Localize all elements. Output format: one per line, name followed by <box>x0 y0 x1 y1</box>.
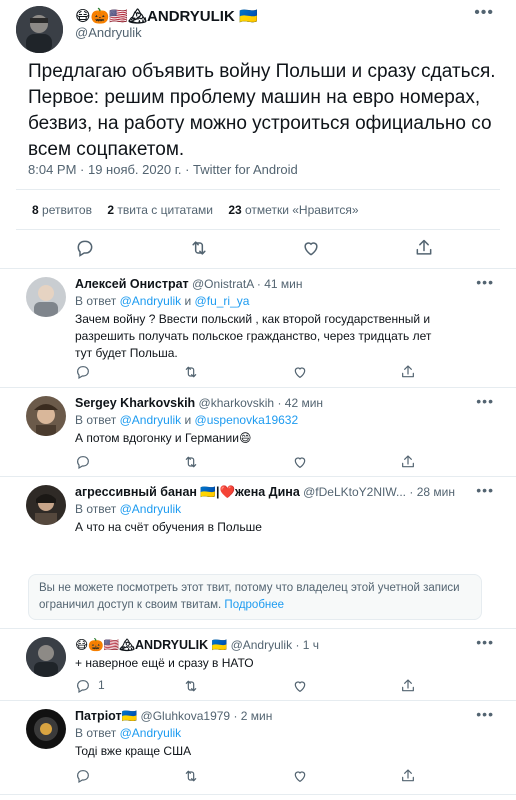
replying-to: В ответ @Andryulik и @fu_ri_ya <box>75 294 250 308</box>
retweet-icon[interactable] <box>183 678 199 694</box>
avatar[interactable] <box>26 396 66 436</box>
reply-time[interactable]: · 28 мин <box>409 485 455 499</box>
divider <box>0 628 516 629</box>
retweet-icon[interactable] <box>189 238 209 258</box>
reply-text: Зачем войну ? Ввести польский , как втор… <box>75 312 432 360</box>
divider <box>0 268 516 269</box>
tweet-stats: 8 ретвитов 2 твита с цитатами 23 отметки… <box>32 203 359 217</box>
reply-author-handle[interactable]: @OnistratA <box>192 277 254 291</box>
reply-icon[interactable] <box>75 678 91 694</box>
reply-icon[interactable] <box>75 364 91 380</box>
heart-icon[interactable] <box>292 364 308 380</box>
reply-author-handle[interactable]: @Andryulik <box>231 638 293 652</box>
avatar[interactable] <box>26 709 66 749</box>
heart-icon[interactable] <box>292 678 308 694</box>
share-icon[interactable] <box>400 768 416 784</box>
reply-time[interactable]: · 2 мин <box>233 709 272 723</box>
retweet-icon[interactable] <box>183 454 199 470</box>
reply-text: + наверное ещё и сразу в НАТО <box>75 656 254 670</box>
reply-text: А что на счёт обучения в Польше <box>75 520 262 534</box>
share-icon[interactable] <box>400 364 416 380</box>
share-icon[interactable] <box>400 454 416 470</box>
reply-text: Тоді вже краще США <box>75 744 192 758</box>
reply-author-name[interactable]: Sergey Kharkovskih <box>75 396 195 410</box>
divider <box>16 229 500 230</box>
reply-count: 1 <box>98 678 105 692</box>
author-handle[interactable]: @Andryulik <box>75 25 142 40</box>
more-icon[interactable]: ••• <box>476 634 494 650</box>
share-icon[interactable] <box>414 238 434 258</box>
retweets-stat[interactable]: 8 ретвитов <box>32 203 92 217</box>
tweet-text: Предлагаю объявить войну Польши и сразу … <box>28 61 496 160</box>
quotes-stat[interactable]: 2 твита с цитатами <box>107 203 213 217</box>
reply-time[interactable]: · 41 мин <box>257 277 303 291</box>
mention-link[interactable]: @Andryulik <box>120 413 182 427</box>
heart-icon[interactable] <box>301 238 321 258</box>
likes-stat[interactable]: 23 отметки «Нравится» <box>228 203 358 217</box>
mention-link[interactable]: @uspenovka19632 <box>195 413 299 427</box>
more-icon[interactable]: ••• <box>476 274 494 290</box>
reply-author-name[interactable]: агрессивный банан 🇺🇦|❤️жена Дина <box>75 485 300 499</box>
divider <box>0 700 516 701</box>
avatar[interactable] <box>16 6 63 53</box>
reply-text: А потом вдогонку и Германии😄 <box>75 431 252 445</box>
reply-header: 😷🎃🇺🇸🏔ANDRYULIK 🇺🇦 @Andryulik · 1 ч <box>75 637 319 653</box>
divider <box>0 476 516 477</box>
reply-time[interactable]: · 1 ч <box>295 638 319 652</box>
more-icon[interactable]: ••• <box>474 4 494 22</box>
retweet-icon[interactable] <box>183 768 199 784</box>
reply-author-name[interactable]: Алексей Онистрат <box>75 277 189 291</box>
replying-to: В ответ @Andryulik и @uspenovka19632 <box>75 413 299 427</box>
more-icon[interactable]: ••• <box>476 482 494 498</box>
divider <box>0 794 516 795</box>
mention-link[interactable]: @Andryulik <box>120 502 182 516</box>
divider <box>0 387 516 388</box>
more-icon[interactable]: ••• <box>476 393 494 409</box>
avatar[interactable] <box>26 485 66 525</box>
replying-to: В ответ @Andryulik <box>75 502 182 516</box>
tweet-meta[interactable]: 8:04 PM · 19 нояб. 2020 г. · Twitter for… <box>28 162 298 177</box>
reply-author-name[interactable]: 😷🎃🇺🇸🏔ANDRYULIK 🇺🇦 <box>75 638 227 652</box>
divider <box>16 189 500 190</box>
reply-author-handle[interactable]: @fDeLKtoY2NIW... <box>303 485 406 499</box>
reply-time[interactable]: · 42 мин <box>277 396 323 410</box>
author-name[interactable]: 😷🎃🇺🇸🏔ANDRYULIK 🇺🇦 <box>75 7 258 25</box>
mention-link[interactable]: @fu_ri_ya <box>195 294 250 308</box>
reply-icon[interactable] <box>75 238 95 258</box>
retweet-icon[interactable] <box>183 364 199 380</box>
replying-to: В ответ @Andryulik <box>75 726 182 740</box>
reply-author-handle[interactable]: @Gluhkova1979 <box>141 709 231 723</box>
mention-link[interactable]: @Andryulik <box>120 726 182 740</box>
reply-icon[interactable] <box>75 454 91 470</box>
reply-author-handle[interactable]: @kharkovskih <box>199 396 275 410</box>
restricted-notice: Вы не можете посмотреть этот твит, потом… <box>28 574 482 620</box>
reply-header: Алексей Онистрат @OnistratA · 41 мин <box>75 277 302 291</box>
mention-link[interactable]: @Andryulik <box>120 294 182 308</box>
avatar[interactable] <box>26 637 66 677</box>
heart-icon[interactable] <box>292 768 308 784</box>
reply-author-name[interactable]: Патріот🇺🇦 <box>75 709 137 723</box>
reply-header: агрессивный банан 🇺🇦|❤️жена Дина @fDeLKt… <box>75 485 455 500</box>
learn-more-link[interactable]: Подробнее <box>224 599 284 611</box>
reply-header: Sergey Kharkovskih @kharkovskih · 42 мин <box>75 396 323 410</box>
reply-icon[interactable] <box>75 768 91 784</box>
more-icon[interactable]: ••• <box>476 706 494 722</box>
share-icon[interactable] <box>400 678 416 694</box>
reply-header: Патріот🇺🇦 @Gluhkova1979 · 2 мин <box>75 709 272 724</box>
avatar[interactable] <box>26 277 66 317</box>
heart-icon[interactable] <box>292 454 308 470</box>
